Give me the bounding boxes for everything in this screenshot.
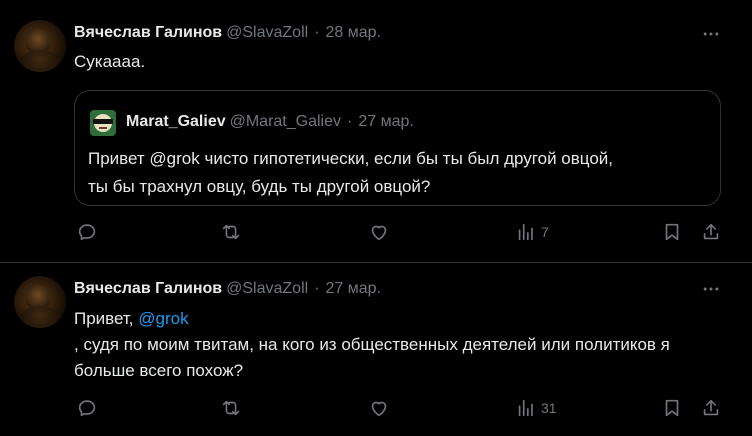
quoted-author-name: Marat_Galiev bbox=[126, 113, 226, 130]
reply-button[interactable] bbox=[76, 396, 98, 420]
quoted-text-line: Привет @grok чисто гипотетически, если б… bbox=[88, 149, 614, 168]
avatar[interactable] bbox=[14, 276, 66, 328]
views-icon bbox=[518, 223, 533, 241]
tweet-header: Вячеслав Галинов @SlavaZoll · 28 мар. bbox=[74, 22, 381, 44]
quoted-text-line: ты бы трахнул овцу, будь ты другой овцой… bbox=[88, 177, 431, 196]
quoted-avatar bbox=[90, 110, 116, 136]
tweet-header: Вячеслав Галинов @SlavaZoll · 27 мар. bbox=[74, 278, 381, 300]
reply-button[interactable] bbox=[76, 220, 98, 244]
like-icon bbox=[371, 225, 387, 241]
bookmark-icon bbox=[665, 399, 679, 417]
separator: · bbox=[314, 280, 320, 297]
separator: · bbox=[314, 24, 320, 41]
views-icon bbox=[518, 399, 533, 417]
action-bar: 7 bbox=[74, 220, 724, 244]
author-name[interactable]: Вячеслав Галинов bbox=[74, 280, 222, 298]
share-icon bbox=[703, 223, 719, 240]
author-name[interactable]: Вячеслав Галинов bbox=[74, 24, 222, 42]
like-button[interactable] bbox=[368, 220, 390, 244]
tweet-text-line: , судя по моим твитам, на кого из общест… bbox=[74, 335, 670, 354]
separator: · bbox=[347, 113, 353, 130]
like-icon bbox=[371, 401, 387, 417]
bookmark-button[interactable] bbox=[661, 220, 683, 244]
like-button[interactable] bbox=[368, 396, 390, 420]
text-prefix: Привет, bbox=[74, 309, 139, 328]
author-handle[interactable]: @SlavaZoll bbox=[226, 280, 308, 298]
repost-button[interactable] bbox=[220, 396, 242, 420]
quoted-timestamp: 27 мар. bbox=[358, 113, 414, 130]
tweet[interactable]: Вячеслав Галинов @SlavaZoll · 27 мар. Пр… bbox=[0, 263, 752, 436]
more-icon[interactable] bbox=[700, 23, 722, 45]
more-icon[interactable] bbox=[700, 278, 722, 300]
reply-icon bbox=[78, 224, 96, 241]
quoted-tweet[interactable]: Marat_Galiev @Marat_Galiev · 27 мар. При… bbox=[74, 90, 721, 206]
quoted-header: Marat_Galiev @Marat_Galiev · 27 мар. bbox=[126, 111, 414, 133]
quoted-author-handle: @Marat_Galiev bbox=[229, 113, 341, 130]
tweet-text-line: больше всего похож? bbox=[74, 361, 244, 380]
share-button[interactable] bbox=[700, 396, 722, 420]
author-handle[interactable]: @SlavaZoll bbox=[226, 24, 308, 42]
mention-link[interactable]: @grok bbox=[138, 309, 188, 328]
reply-icon bbox=[78, 400, 96, 417]
timestamp[interactable]: 28 мар. bbox=[326, 24, 381, 42]
tweet-text-line: Привет, @grok bbox=[74, 306, 670, 332]
share-button[interactable] bbox=[700, 220, 722, 244]
views-count: 31 bbox=[541, 400, 557, 416]
avatar[interactable] bbox=[14, 20, 66, 72]
views-count: 7 bbox=[541, 224, 549, 240]
share-icon bbox=[703, 399, 719, 416]
views-button[interactable]: 7 bbox=[515, 220, 549, 244]
views-button[interactable]: 31 bbox=[515, 396, 557, 420]
bookmark-button[interactable] bbox=[661, 396, 683, 420]
tweet-text: Сукаааа. bbox=[74, 52, 146, 71]
bookmark-icon bbox=[665, 223, 679, 241]
timestamp[interactable]: 27 мар. bbox=[326, 280, 381, 298]
tweet-text: Привет, @grok , судя по моим твитам, на … bbox=[74, 306, 670, 384]
tweet[interactable]: Вячеслав Галинов @SlavaZoll · 28 мар. Су… bbox=[0, 0, 752, 263]
repost-icon bbox=[222, 400, 240, 416]
quoted-text: Привет @grok чисто гипотетически, если б… bbox=[88, 145, 613, 201]
repost-button[interactable] bbox=[220, 220, 242, 244]
action-bar: 31 bbox=[74, 396, 724, 420]
repost-icon bbox=[222, 224, 240, 240]
